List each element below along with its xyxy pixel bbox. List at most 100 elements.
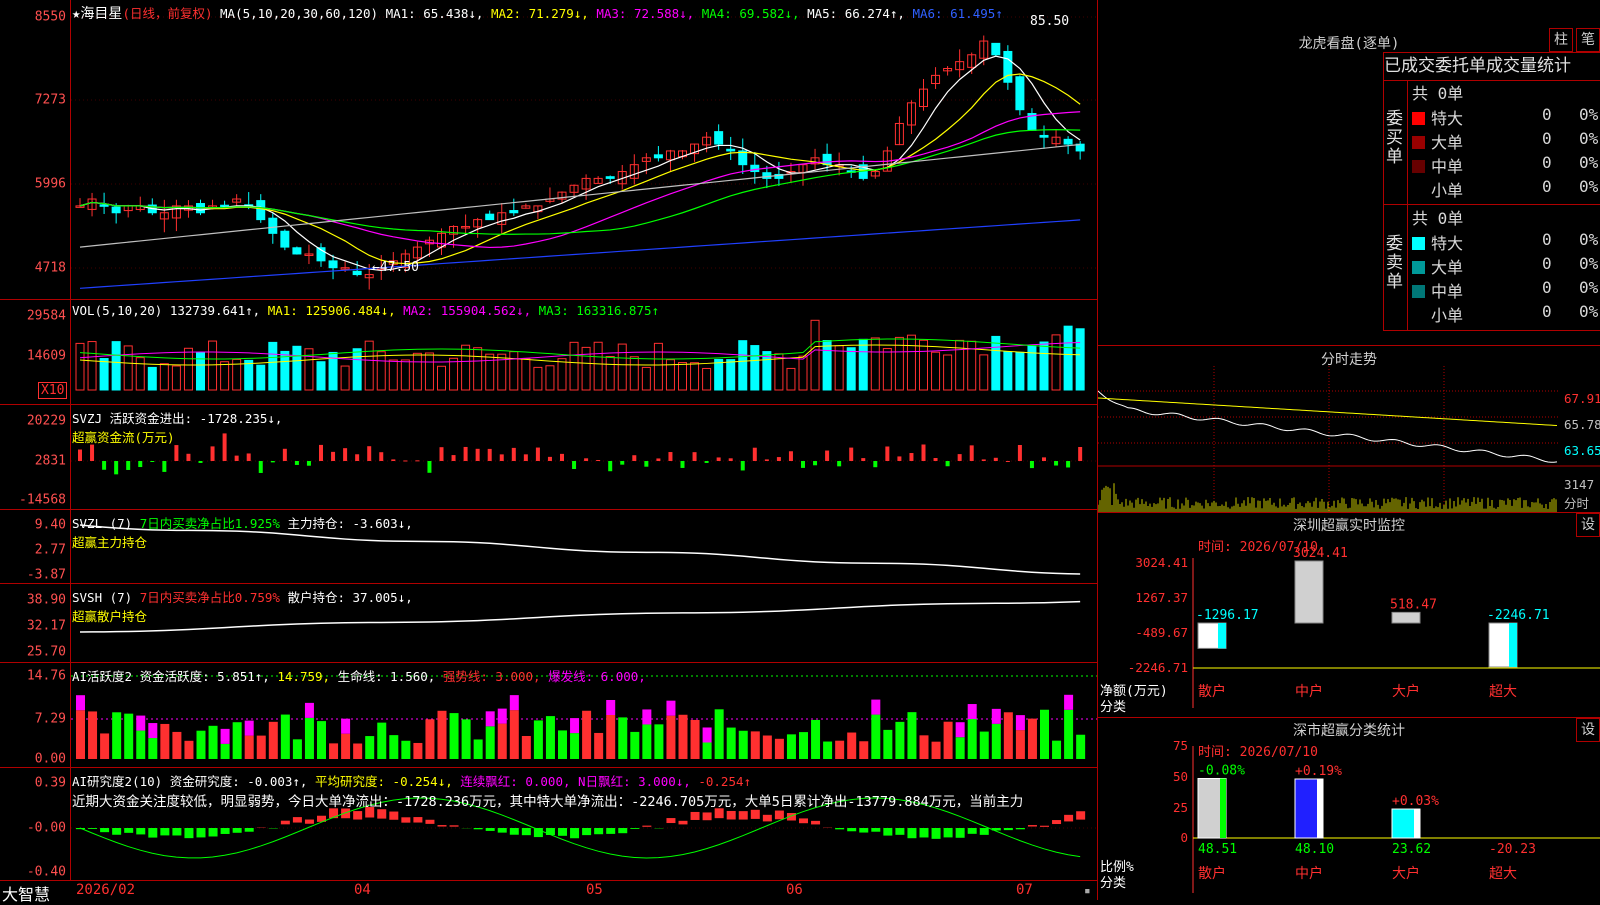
- bar-ratio: 23.62: [1392, 842, 1431, 857]
- activity-bar: [907, 712, 916, 759]
- activity-bar: [956, 737, 965, 759]
- flow-bar: [355, 454, 359, 461]
- ai-active-b: 14.759,: [277, 669, 330, 684]
- activity-bar: [486, 726, 495, 759]
- volume-bar: [859, 339, 867, 390]
- sz-monitor-panel[interactable]: 深圳超赢实时监控 设 时间: 2026/07/10 3024.411267.37…: [1098, 513, 1600, 717]
- svzj-panel[interactable]: 20229 2831 -14568 SVZJ 活跃资金进出: -1728.235…: [0, 405, 1097, 510]
- color-swatch-icon: [1412, 285, 1425, 298]
- sz-class-panel[interactable]: 深市超赢分类统计 设 时间: 2026/07/10 7550250-0.08%4…: [1098, 718, 1600, 900]
- candlestick-chart[interactable]: [0, 0, 1097, 299]
- volume-bar: [438, 366, 446, 390]
- activity-top: [703, 727, 712, 742]
- activity-bar: [847, 733, 856, 759]
- activity-bar: [257, 736, 266, 759]
- tab-filled[interactable]: 已成交: [1384, 56, 1435, 76]
- tab-volume-stats[interactable]: 成交量统计: [1486, 56, 1571, 76]
- activity-bar: [425, 719, 434, 759]
- y-tick: 50: [1173, 769, 1188, 784]
- svsh-holding: 散户持仓: 37.005↓,: [287, 590, 412, 605]
- ma-line: [80, 220, 1080, 288]
- research-bar: [112, 828, 121, 835]
- svsh-legend: SVSH (7) 7日内买卖净占比0.759% 散户持仓: 37.005↓, 超…: [72, 587, 413, 625]
- candle-panel[interactable]: 8550 7273 5996 4718 ★海目星(日线，前复权) MA(5,10…: [0, 0, 1097, 300]
- minute-y-label: 63.65: [1564, 443, 1600, 458]
- volume-bar: [100, 359, 108, 390]
- activity-bar: [1052, 741, 1061, 759]
- flow-bar: [367, 446, 371, 461]
- ma-line: [80, 56, 1080, 270]
- volume-bar: [160, 364, 168, 390]
- bar-change: +0.03%: [1392, 794, 1439, 809]
- volume-bar: [703, 368, 711, 390]
- flow-bar: [741, 461, 745, 470]
- research-bar: [305, 820, 314, 824]
- bar-value: -2246.71: [1487, 608, 1550, 623]
- sell-row: 大单00%: [1412, 254, 1600, 278]
- color-swatch-icon: [1412, 184, 1425, 197]
- research-bar: [944, 828, 953, 837]
- ai-research-panel[interactable]: 0.39 -0.00 -0.40 AI研究度2(10) 资金研究度: -0.00…: [0, 768, 1097, 881]
- minute-panel[interactable]: 分时走势 67.91 65.78 63.65 3147 分时: [1098, 346, 1600, 512]
- research-bar: [438, 825, 447, 826]
- research-bar: [100, 828, 109, 832]
- research-bar: [679, 821, 688, 825]
- volume-bar: [76, 343, 84, 390]
- activity-bar: [377, 723, 386, 759]
- class-bar-accent: [1317, 779, 1323, 838]
- flow-bar: [656, 458, 660, 461]
- flow-bar: [548, 457, 552, 461]
- ma1-value: MA1: 65.438↓,: [386, 6, 484, 21]
- research-bar: [1052, 820, 1061, 824]
- ai-active-panel[interactable]: 14.76 7.29 0.00 AI活跃度2 资金活跃度: 5.851↑, 14…: [0, 663, 1097, 768]
- volume-bar: [606, 357, 614, 390]
- research-bar: [907, 828, 916, 838]
- minute-chart[interactable]: [1098, 346, 1600, 512]
- minute-vol-unit: 分时: [1564, 493, 1589, 512]
- svsh-panel[interactable]: 38.90 32.17 25.70 SVSH (7) 7日内买卖净占比0.759…: [0, 584, 1097, 663]
- volume-bar: [679, 363, 687, 390]
- flow-bar: [813, 461, 817, 465]
- activity-top: [245, 721, 254, 736]
- research-bar: [233, 828, 242, 833]
- activity-top: [148, 723, 157, 738]
- candle-body: [763, 173, 771, 179]
- ma-line: [80, 74, 1080, 264]
- candle-body: [992, 43, 1000, 54]
- research-bar: [1016, 828, 1025, 829]
- flow-bar: [765, 459, 769, 461]
- volume-bar: [847, 348, 855, 390]
- flow-bar: [982, 459, 986, 461]
- activity-top: [510, 695, 519, 710]
- activity-top: [956, 722, 965, 737]
- tick-mode-button[interactable]: 笔: [1576, 28, 1600, 52]
- svzl-panel[interactable]: 9.40 2.77 -3.87 SVZL (7) 7日内买卖净占比1.925% …: [0, 510, 1097, 584]
- row-pct: 0%: [1579, 278, 1598, 297]
- class-ylabel2: 分类: [1100, 872, 1126, 891]
- activity-bar: [1076, 735, 1085, 759]
- row-count: 0: [1542, 177, 1552, 196]
- volume-bar: [883, 349, 891, 390]
- activity-top: [305, 703, 314, 718]
- flow-bar: [283, 449, 287, 461]
- bar-mode-button[interactable]: 柱: [1549, 28, 1573, 52]
- ma5-value: MA5: 66.274↑,: [807, 6, 905, 21]
- row-pct: 0%: [1579, 254, 1598, 273]
- activity-bar: [751, 731, 760, 759]
- tab-orders[interactable]: 委托单: [1435, 56, 1486, 76]
- volume-bar: [293, 346, 301, 390]
- flow-bar: [1054, 461, 1058, 466]
- flow-bar: [970, 445, 974, 461]
- lock-icon[interactable]: ▪: [1084, 884, 1091, 897]
- longhu-panel[interactable]: 龙虎看盘(逐单) 柱 笔 已成交委托单成交量统计 委买单 共 0单 特大00% …: [1098, 0, 1600, 345]
- research-bar: [1076, 811, 1085, 819]
- volume-bar: [341, 366, 349, 390]
- activity-top: [642, 709, 651, 724]
- buy-total: 共 0单: [1412, 80, 1463, 104]
- volume-bar: [486, 354, 494, 390]
- activity-bar: [944, 722, 953, 759]
- volume-bar: [365, 341, 373, 390]
- candle-body: [1016, 77, 1024, 110]
- volume-panel[interactable]: 29584 14609 X10 VOL(5,10,20) 132739.641↑…: [0, 300, 1097, 405]
- research-bar: [1004, 828, 1013, 830]
